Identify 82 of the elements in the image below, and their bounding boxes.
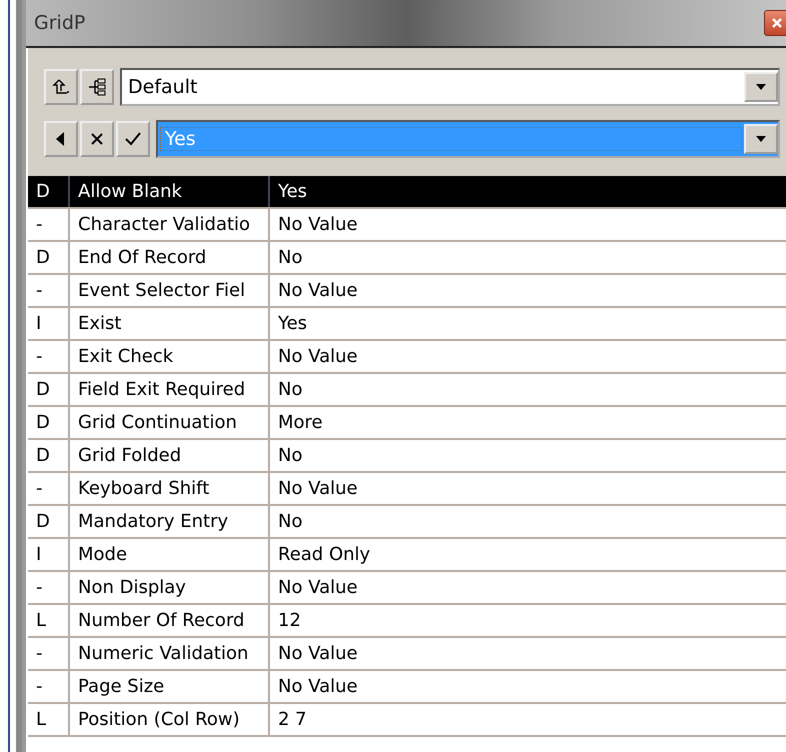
flag-cell: D (28, 176, 70, 207)
property-name-cell: Non Display (70, 572, 270, 603)
property-name-cell: Keyboard Shift (70, 473, 270, 504)
property-value-cell-text: No Value (277, 642, 359, 666)
property-row[interactable]: - Non Display No Value (28, 572, 786, 605)
property-row[interactable]: - Numeric Validation No Value (28, 638, 786, 671)
close-button[interactable] (764, 10, 786, 36)
flag-cell: L (28, 704, 70, 735)
property-value-cell-text: No Value (277, 477, 359, 501)
confirm-button[interactable] (116, 121, 150, 157)
flag-cell: - (28, 671, 70, 702)
property-row[interactable]: L Number Of Record 12 (28, 605, 786, 638)
up-level-button[interactable] (44, 69, 78, 105)
property-row[interactable]: D Field Exit Required No (28, 374, 786, 407)
property-value-cell-text: No Value (277, 279, 359, 303)
property-row[interactable]: I Mode Read Only (28, 539, 786, 572)
property-value-cell-text: More (277, 411, 324, 435)
dropdown-button[interactable] (744, 124, 778, 154)
property-row[interactable]: D Grid Folded No (28, 440, 786, 473)
property-row[interactable]: L Position (Col Row) 2 7 (28, 704, 786, 737)
flag-cell: D (28, 407, 70, 438)
property-row[interactable]: - Page Size No Value (28, 671, 786, 704)
property-value-cell-text: Read Only (277, 543, 372, 567)
property-name-cell: Exit Check (70, 341, 270, 372)
flag-cell: - (28, 473, 70, 504)
flag-cell: D (28, 242, 70, 273)
dropdown-arrow-icon (755, 83, 767, 91)
cancel-button[interactable] (80, 121, 114, 157)
property-row[interactable]: - Keyboard Shift No Value (28, 473, 786, 506)
property-value-cell-text: No (277, 510, 304, 534)
flag-cell: D (28, 440, 70, 471)
flag-cell: - (28, 275, 70, 306)
property-row[interactable]: D Allow Blank Yes (28, 176, 786, 209)
flag-cell: I (28, 308, 70, 339)
property-row[interactable]: - Event Selector Fiel No Value (28, 275, 786, 308)
property-value-cell-text: No (277, 378, 304, 402)
property-value-cell-text: Yes (277, 312, 308, 336)
tree-button[interactable] (80, 69, 114, 105)
property-name-cell: Grid Continuation (70, 407, 270, 438)
property-value-cell-text: No (277, 444, 304, 468)
window-title: GridP (34, 12, 86, 34)
property-value-cell-text: No (277, 246, 304, 270)
property-value-cell-text: No Value (277, 345, 359, 369)
tree-icon (87, 77, 107, 97)
property-row[interactable]: - Exit Check No Value (28, 341, 786, 374)
property-name-cell: Number Of Record (70, 605, 270, 636)
property-name-cell: Mandatory Entry (70, 506, 270, 537)
property-row[interactable]: - Character Validatio No Value (28, 209, 786, 242)
flag-cell: - (28, 638, 70, 669)
property-name-cell: Mode (70, 539, 270, 570)
close-icon (771, 17, 783, 29)
flag-cell: - (28, 341, 70, 372)
property-name-cell: Exist (70, 308, 270, 339)
flag-cell: I (28, 539, 70, 570)
property-value-cell-text: Yes (277, 180, 308, 204)
property-name-cell: End Of Record (70, 242, 270, 273)
property-value-cell-text: No Value (277, 675, 359, 699)
flag-cell: - (28, 209, 70, 240)
property-name-cell: Field Exit Required (70, 374, 270, 405)
property-value-cell-text: No Value (277, 576, 359, 600)
context-combo[interactable]: Default (120, 68, 780, 106)
back-button[interactable] (44, 121, 78, 157)
property-name-cell: Page Size (70, 671, 270, 702)
property-name-cell: Numeric Validation (70, 638, 270, 669)
property-name-cell: Character Validatio (70, 209, 270, 240)
property-value-cell-text: 12 (277, 609, 302, 633)
property-row[interactable]: D Grid Continuation More (28, 407, 786, 440)
property-row[interactable]: I Exist Yes (28, 308, 786, 341)
property-row[interactable]: D End Of Record No (28, 242, 786, 275)
property-value-cell-text: 2 7 (277, 708, 308, 732)
property-name-cell: Grid Folded (70, 440, 270, 471)
property-value-cell-text: No Value (277, 213, 359, 237)
flag-cell: - (28, 572, 70, 603)
property-name-cell: Position (Col Row) (70, 704, 270, 735)
dropdown-button[interactable] (744, 72, 778, 102)
property-name-cell: Event Selector Fiel (70, 275, 270, 306)
property-name-cell: Allow Blank (70, 176, 270, 207)
flag-cell: L (28, 605, 70, 636)
flag-cell: D (28, 506, 70, 537)
property-row[interactable]: D Mandatory Entry No (28, 506, 786, 539)
dropdown-arrow-icon (755, 135, 767, 143)
flag-cell: D (28, 374, 70, 405)
